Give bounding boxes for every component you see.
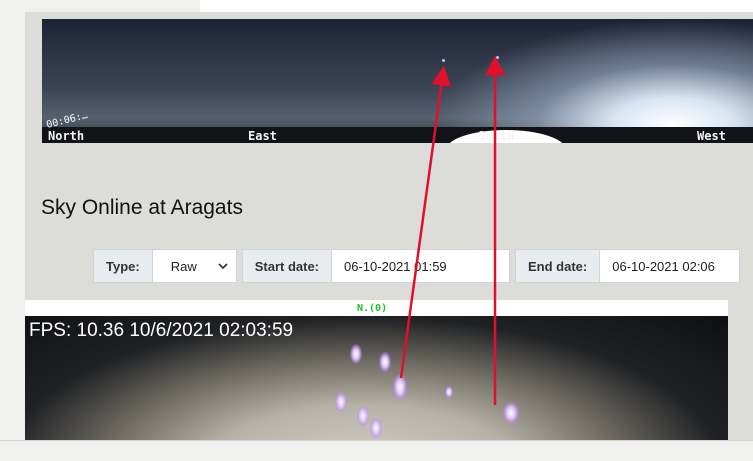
type-select-value: Raw bbox=[170, 258, 197, 274]
direction-north-label: North bbox=[48, 129, 85, 143]
meteor-blob bbox=[335, 392, 347, 412]
camera-overlay-text: FPS: 10.36 10/6/2021 02:03:59 bbox=[29, 320, 294, 341]
direction-south-label: South bbox=[478, 129, 515, 143]
bottom-bar bbox=[0, 440, 753, 461]
meteor-blob bbox=[350, 344, 362, 364]
start-date-input[interactable]: 06-10-2021 01:59 bbox=[332, 249, 511, 283]
filter-controls: Type: Raw Start date: 06-10-2021 01:59 E… bbox=[93, 249, 741, 283]
sunrise-glow bbox=[433, 19, 753, 143]
start-date-label: Start date: bbox=[241, 249, 333, 283]
sky-panorama-image: 00:06:… North East South West bbox=[42, 19, 753, 143]
direction-east-label: East bbox=[248, 129, 277, 143]
meteor-blob bbox=[357, 406, 369, 426]
meteor-blob bbox=[393, 374, 407, 400]
camera-header-label: N.(0) bbox=[357, 303, 388, 314]
end-date-input[interactable]: 06-10-2021 02:06 bbox=[600, 249, 741, 283]
meteor-spot bbox=[442, 59, 445, 62]
direction-west-label: West bbox=[697, 129, 726, 143]
meteor-spot bbox=[496, 56, 499, 59]
type-select[interactable]: Raw bbox=[152, 249, 237, 283]
meteor-blob bbox=[503, 402, 519, 424]
page-title: Sky Online at Aragats bbox=[41, 196, 243, 219]
sky-camera-image: FPS: 10.36 10/6/2021 02:03:59 bbox=[25, 316, 728, 440]
meteor-blob bbox=[379, 352, 391, 372]
chevron-down-icon bbox=[218, 263, 228, 270]
end-date-label: End date: bbox=[515, 249, 601, 283]
horizon-ground bbox=[42, 127, 753, 143]
type-label: Type: bbox=[93, 249, 153, 283]
meteor-blob bbox=[445, 386, 453, 398]
meteor-blob bbox=[370, 418, 382, 438]
